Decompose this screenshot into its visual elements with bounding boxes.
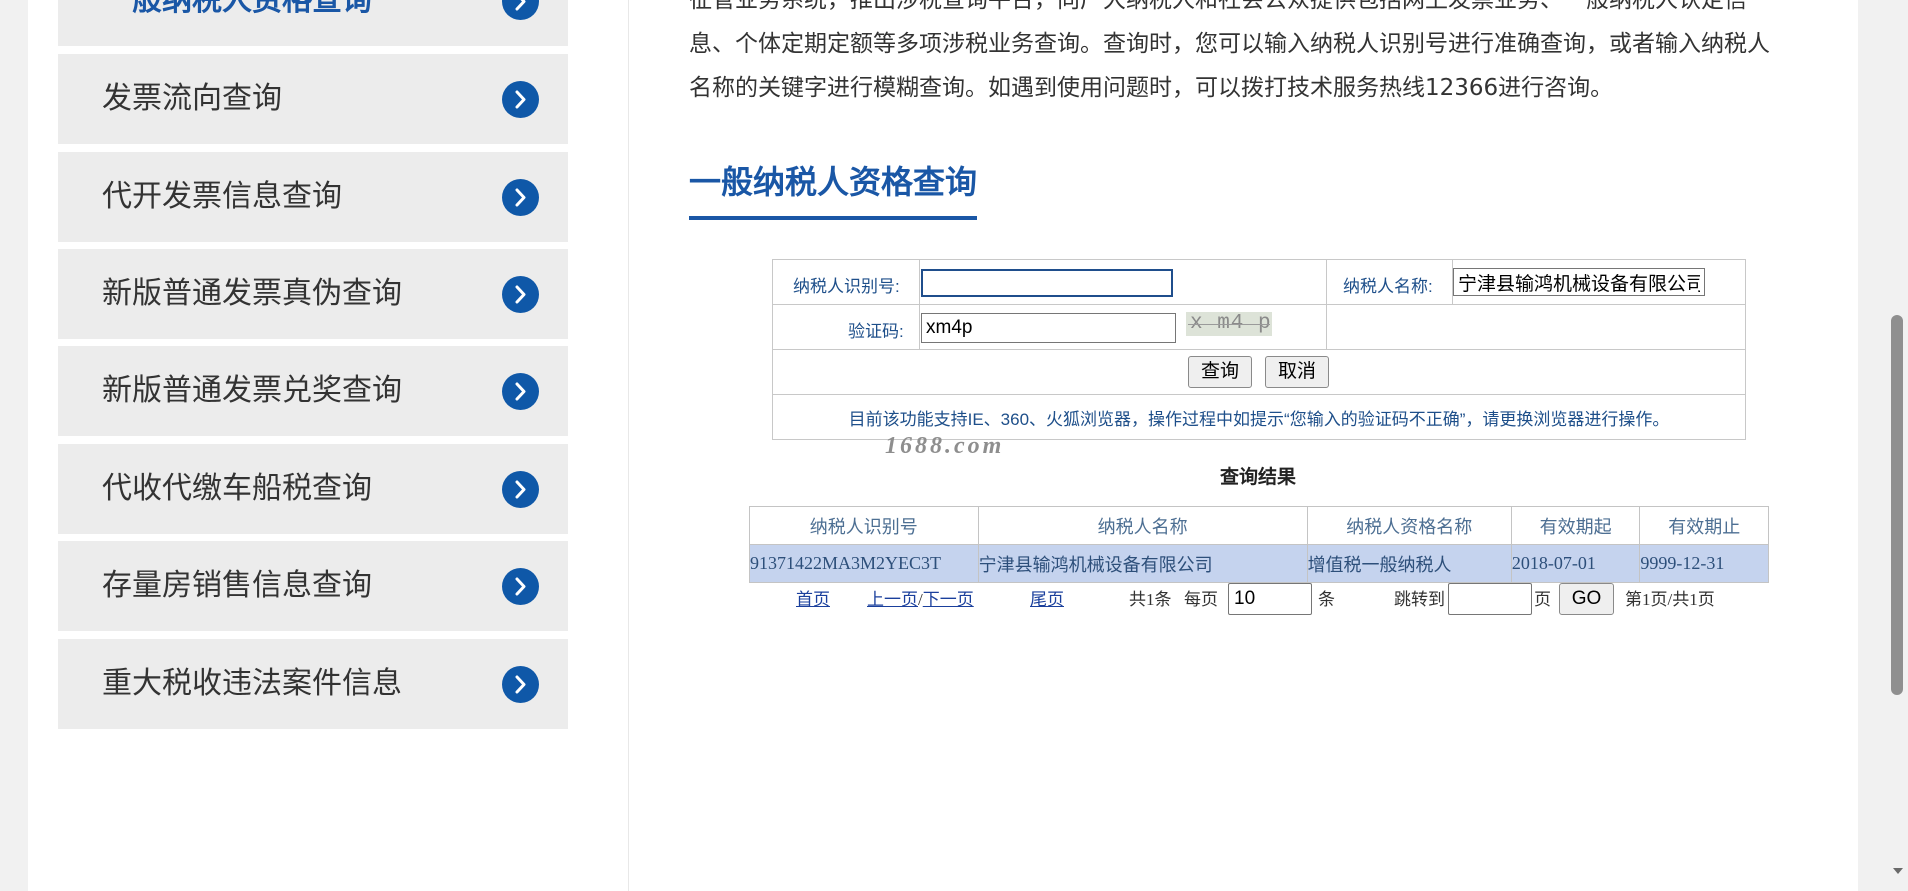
captcha-image[interactable]: x m4 p — [1186, 312, 1272, 336]
intro-line: 息、个体定期定额等多项涉税业务查询。查询时，您可以输入纳税人识别号进行准确查询，… — [689, 31, 1770, 57]
jump-label: 跳转到 — [1394, 590, 1445, 609]
cancel-button[interactable]: 取消 — [1265, 356, 1329, 388]
form-divider — [1326, 260, 1327, 349]
table-cell: 增值税一般纳税人 — [1306, 544, 1512, 583]
chevron-right-icon — [502, 471, 539, 508]
scrollbar-thumb[interactable] — [1891, 315, 1903, 695]
sidebar-item-general-taxpayer[interactable]: 一般纳税人资格查询 — [58, 0, 568, 46]
chevron-right-icon — [502, 81, 539, 118]
table-header-row: 纳税人识别号 纳税人名称 纳税人资格名称 有效期起 有效期止 — [749, 506, 1769, 545]
table-cell: 宁津县输鸿机械设备有限公司 — [977, 544, 1308, 583]
sidebar-item-label: 代收代缴车船税查询 — [102, 471, 372, 506]
column-header: 有效期起 — [1510, 506, 1641, 545]
intro-line: 名称的关键字进行模糊查询。如遇到使用问题时，可以拨打技术服务热线12366进行咨… — [689, 75, 1614, 101]
form-divider — [773, 349, 1745, 350]
per-page-unit: 条 — [1318, 590, 1335, 609]
sidebar-item-label: 新版普通发票兑奖查询 — [102, 373, 402, 408]
per-page-label: 每页 — [1184, 590, 1218, 609]
intro-paragraph: 征管业务系统，推出涉税查询平台，向广大纳税人和社会公众提供包括网上发票业务、一般… — [689, 0, 1819, 110]
watermark: 1688.com — [885, 433, 1005, 459]
table-cell: 2018-07-01 — [1510, 544, 1641, 583]
column-header: 有效期止 — [1639, 506, 1769, 545]
chevron-right-icon — [502, 568, 539, 605]
page-info: 第1页/共1页 — [1625, 590, 1715, 609]
first-page-link[interactable]: 首页 — [796, 590, 830, 609]
taxpayer-id-input[interactable] — [921, 269, 1173, 297]
results-table: 纳税人识别号 纳税人名称 纳税人资格名称 有效期起 有效期止 91371422M… — [749, 506, 1769, 583]
form-divider — [773, 394, 1745, 395]
table-row[interactable]: 91371422MA3M2YEC3T 宁津县输鸿机械设备有限公司 增值税一般纳税… — [749, 544, 1769, 583]
sidebar-item-tax-violation[interactable]: 重大税收违法案件信息 — [58, 639, 568, 729]
table-cell: 91371422MA3M2YEC3T — [749, 544, 979, 583]
sidebar-item-label: 存量房销售信息查询 — [102, 568, 372, 603]
chevron-right-icon — [502, 179, 539, 216]
last-page-link[interactable]: 尾页 — [1030, 590, 1064, 609]
per-page-input[interactable] — [1228, 583, 1312, 615]
column-header: 纳税人识别号 — [749, 506, 979, 545]
go-button[interactable]: GO — [1559, 583, 1614, 615]
sidebar-item-vehicle-tax[interactable]: 代收代缴车船税查询 — [58, 444, 568, 534]
column-header: 纳税人名称 — [977, 506, 1308, 545]
sidebar-item-label: 代开发票信息查询 — [102, 179, 342, 214]
taxpayer-name-label: 纳税人名称: — [1343, 277, 1433, 296]
intro-line: 征管业务系统，推出涉税查询平台，向广大纳税人和社会公众提供包括网上发票业务、一般… — [689, 0, 1747, 13]
prev-page-link[interactable]: 上一页 — [867, 590, 918, 609]
chevron-right-icon — [502, 666, 539, 703]
sidebar-item-invoice-authenticity[interactable]: 新版普通发票真伪查询 — [58, 249, 568, 339]
captcha-label: 验证码: — [848, 322, 904, 341]
sidebar-item-invoice-lottery[interactable]: 新版普通发票兑奖查询 — [58, 346, 568, 436]
chevron-right-icon — [502, 276, 539, 313]
captcha-input[interactable] — [921, 313, 1176, 343]
chevron-right-icon — [502, 0, 539, 20]
total-count: 共1条 — [1129, 590, 1172, 609]
jump-page-input[interactable] — [1448, 583, 1532, 615]
query-button[interactable]: 查询 — [1188, 356, 1252, 388]
sidebar-divider — [628, 0, 629, 891]
sidebar-item-housing-sales[interactable]: 存量房销售信息查询 — [58, 541, 568, 631]
column-header: 纳税人资格名称 — [1306, 506, 1512, 545]
page-unit: 页 — [1534, 590, 1551, 609]
sidebar-item-invoice-flow[interactable]: 发票流向查询 — [58, 54, 568, 144]
scroll-down-icon[interactable] — [1891, 866, 1905, 876]
sidebar-item-label: 重大税收违法案件信息 — [102, 666, 402, 701]
query-form: 纳税人识别号: 纳税人名称: 验证码: x m4 p 查询 取消 目前该功能支持… — [772, 259, 1746, 440]
sidebar-item-label: 一般纳税人资格查询 — [102, 0, 372, 18]
table-cell: 9999-12-31 — [1639, 544, 1769, 583]
result-title: 查询结果 — [1220, 467, 1297, 488]
taxpayer-id-label: 纳税人识别号: — [793, 277, 900, 296]
taxpayer-name-input[interactable] — [1453, 268, 1705, 296]
chevron-right-icon — [502, 373, 539, 410]
sidebar-item-label: 发票流向查询 — [102, 81, 282, 116]
next-page-link[interactable]: 下一页 — [923, 590, 974, 609]
section-title: 一般纳税人资格查询 — [689, 160, 978, 220]
sidebar-item-label: 新版普通发票真伪查询 — [102, 276, 402, 311]
form-divider — [919, 260, 920, 349]
sidebar-item-proxy-invoice[interactable]: 代开发票信息查询 — [58, 152, 568, 242]
